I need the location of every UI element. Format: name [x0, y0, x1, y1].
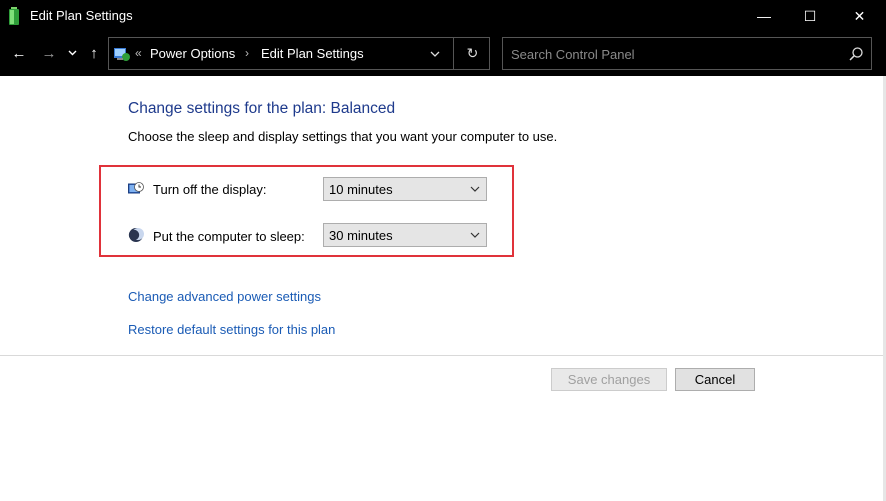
chevron-down-icon [68, 50, 76, 56]
chevron-down-icon [470, 232, 480, 238]
breadcrumb-power-options[interactable]: Power Options [150, 46, 235, 61]
refresh-button[interactable]: ↻ [453, 38, 491, 69]
minimize-button[interactable]: — [741, 0, 787, 32]
recent-locations-button[interactable] [64, 42, 80, 64]
page-description: Choose the sleep and display settings th… [128, 129, 558, 144]
display-icon [128, 182, 144, 194]
chevron-down-icon [470, 186, 480, 192]
breadcrumb-separator[interactable]: › [245, 46, 249, 60]
save-changes-button[interactable]: Save changes [551, 368, 667, 391]
forward-button[interactable]: → [38, 42, 60, 64]
chevron-down-icon [430, 51, 440, 57]
breadcrumb-edit-plan-settings[interactable]: Edit Plan Settings [261, 46, 364, 61]
back-button[interactable]: ← [8, 42, 30, 64]
restore-defaults-link[interactable]: Restore default settings for this plan [128, 322, 335, 337]
display-off-value: 10 minutes [329, 182, 393, 197]
sleep-select[interactable]: 30 minutes [323, 223, 487, 247]
sleep-label: Put the computer to sleep: [153, 229, 305, 244]
display-off-label: Turn off the display: [153, 182, 267, 197]
address-dropdown-button[interactable] [425, 44, 445, 64]
sleep-moon-icon [128, 228, 144, 242]
title-bar: Edit Plan Settings — ☐ ✕ [0, 0, 886, 32]
search-icon[interactable] [848, 46, 864, 62]
advanced-power-settings-link[interactable]: Change advanced power settings [128, 289, 321, 304]
close-button[interactable]: ✕ [833, 0, 886, 32]
battery-plan-icon [9, 7, 19, 25]
page-heading: Change settings for the plan: Balanced [128, 100, 396, 117]
search-box[interactable] [502, 37, 872, 70]
display-off-select[interactable]: 10 minutes [323, 177, 487, 201]
cancel-button[interactable]: Cancel [675, 368, 755, 391]
window-title: Edit Plan Settings [30, 8, 133, 23]
maximize-button[interactable]: ☐ [787, 0, 833, 32]
up-button[interactable]: ↑ [84, 42, 104, 64]
sleep-value: 30 minutes [329, 228, 393, 243]
navigation-bar: ← → ↑ « Power Options › Edit Plan Settin… [0, 32, 886, 76]
footer-divider [0, 355, 886, 356]
search-input[interactable] [511, 44, 831, 64]
address-bar[interactable]: « Power Options › Edit Plan Settings ↻ [108, 37, 490, 70]
breadcrumb-overflow[interactable]: « [135, 46, 142, 60]
control-panel-icon [114, 48, 130, 61]
